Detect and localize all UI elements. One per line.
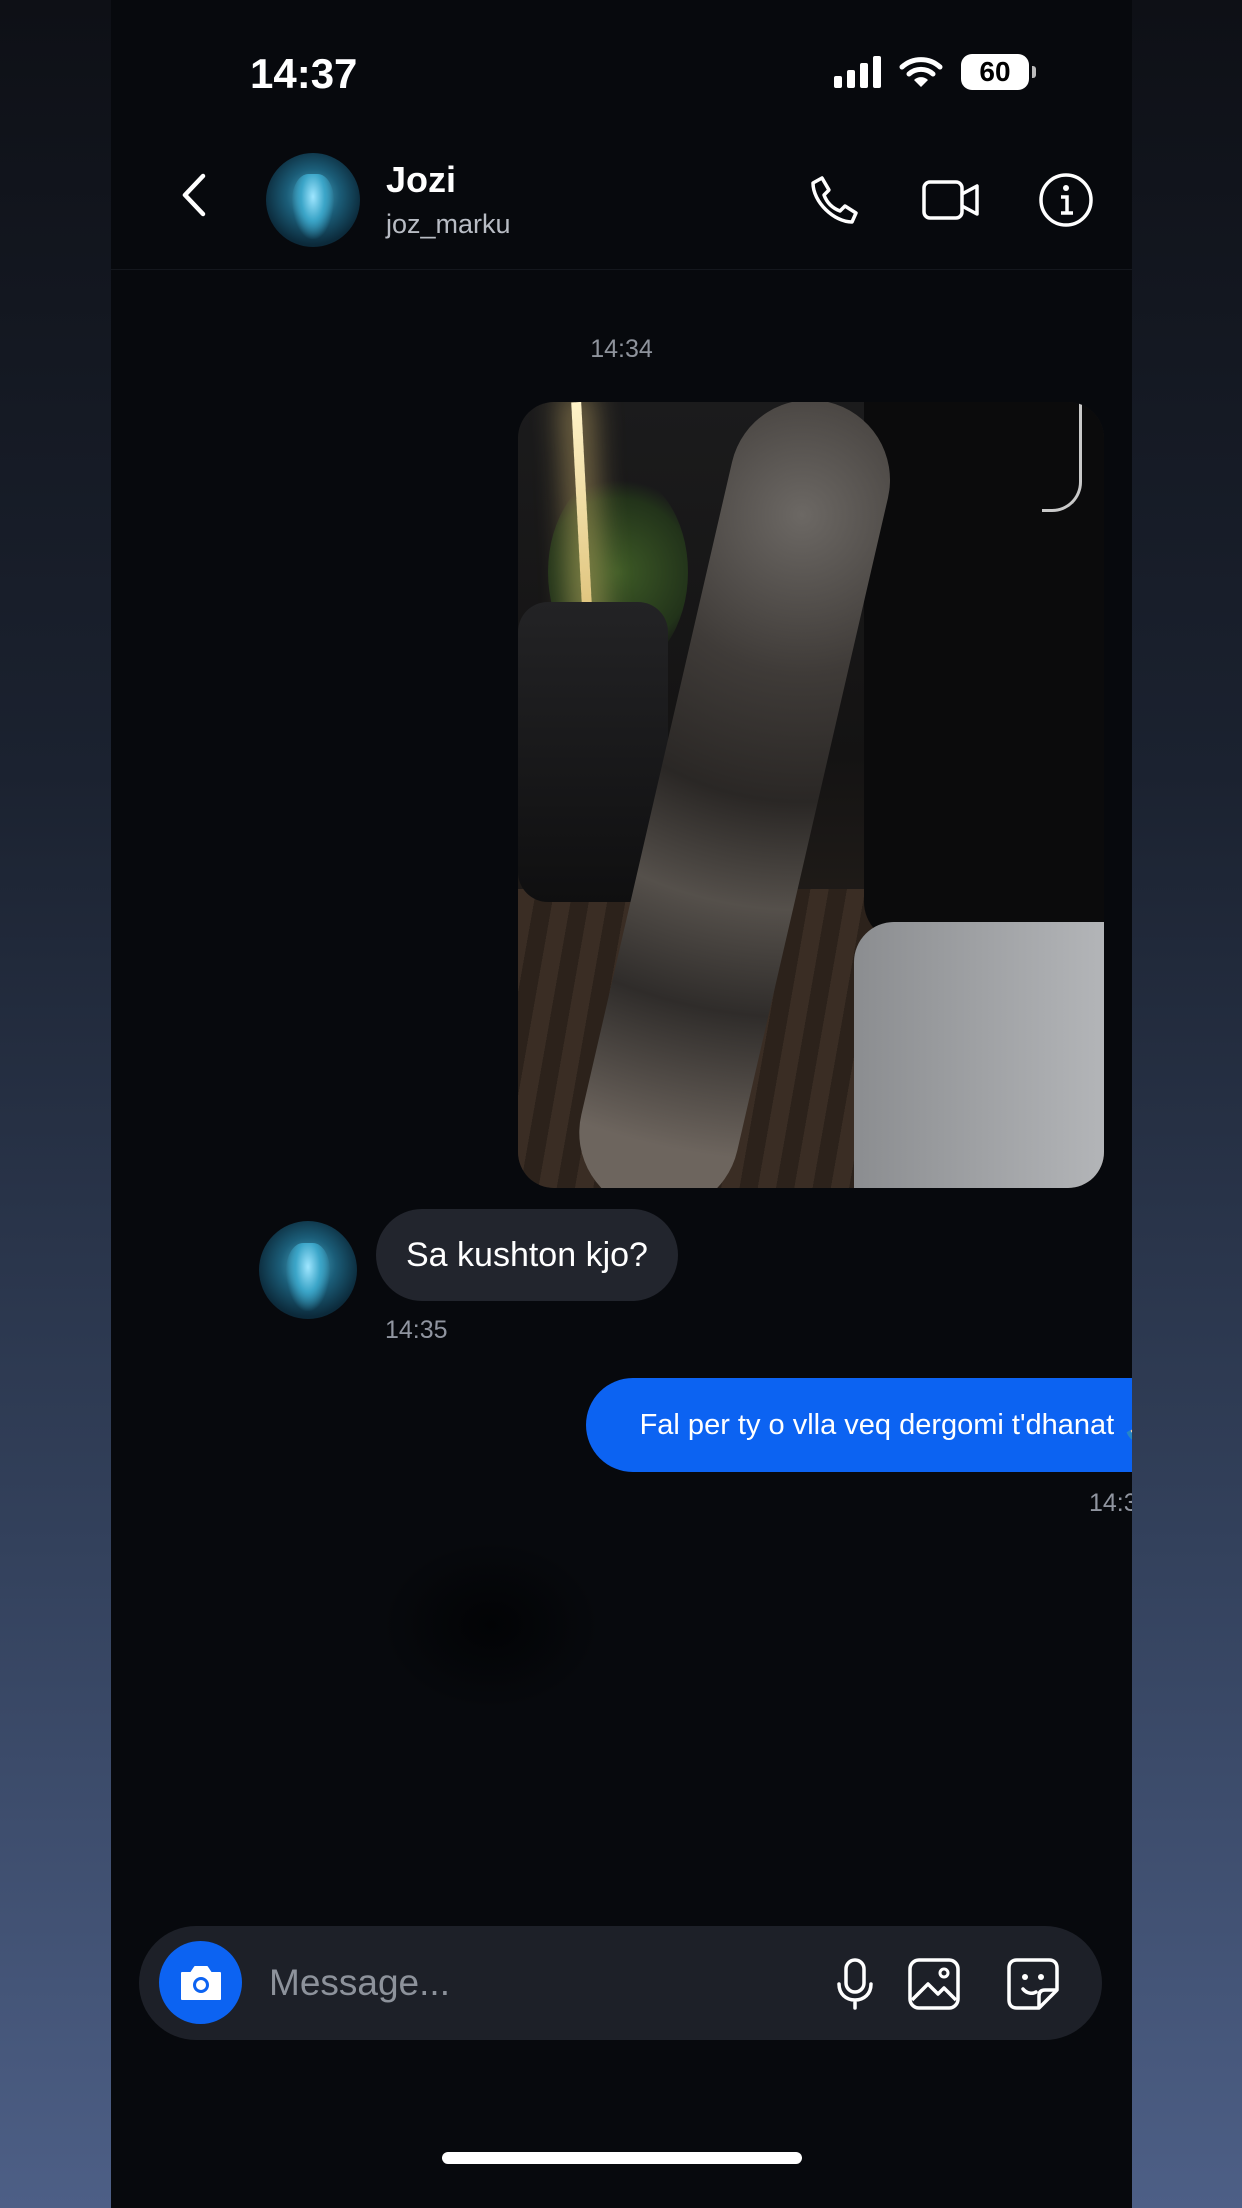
avatar[interactable] bbox=[266, 153, 360, 247]
status-time: 14:37 bbox=[250, 50, 358, 97]
info-icon[interactable] bbox=[1036, 170, 1096, 230]
camera-button[interactable] bbox=[159, 1941, 242, 2024]
camera-icon bbox=[180, 1965, 221, 2000]
incoming-timestamp: 14:35 bbox=[385, 1316, 448, 1344]
chat-screen: 14:37 60 Jozi joz_marku 14:34 Sa kushton… bbox=[111, 0, 1132, 2208]
phone-icon[interactable] bbox=[804, 170, 864, 230]
back-icon[interactable] bbox=[171, 170, 221, 220]
contact-username[interactable]: joz_marku bbox=[386, 209, 511, 240]
tattoo-photo-message[interactable] bbox=[518, 402, 1104, 1188]
microphone-icon[interactable] bbox=[827, 1956, 883, 2012]
battery-icon: 60 bbox=[961, 54, 1036, 90]
contact-name[interactable]: Jozi bbox=[386, 159, 456, 201]
message-input[interactable] bbox=[269, 1953, 749, 2013]
gallery-icon[interactable] bbox=[906, 1956, 962, 2012]
outgoing-timestamp: 14:37 bbox=[1089, 1489, 1132, 1517]
video-icon[interactable] bbox=[921, 170, 981, 230]
sticker-icon[interactable] bbox=[1005, 1956, 1061, 2012]
timestamp-divider: 14:34 bbox=[590, 335, 653, 363]
incoming-message[interactable]: Sa kushton kjo? bbox=[376, 1209, 678, 1301]
outgoing-message[interactable]: Fal per ty o vlla veq dergomi t'dhanat 🙏… bbox=[586, 1378, 1132, 1472]
wifi-icon bbox=[899, 57, 943, 87]
home-indicator[interactable] bbox=[442, 2152, 802, 2164]
chat-header: Jozi joz_marku bbox=[111, 145, 1132, 270]
sender-avatar[interactable] bbox=[259, 1221, 357, 1319]
signal-icon bbox=[834, 56, 881, 88]
background-shadow bbox=[381, 1540, 601, 1710]
message-composer bbox=[139, 1926, 1102, 2040]
status-indicators: 60 bbox=[834, 52, 1036, 92]
